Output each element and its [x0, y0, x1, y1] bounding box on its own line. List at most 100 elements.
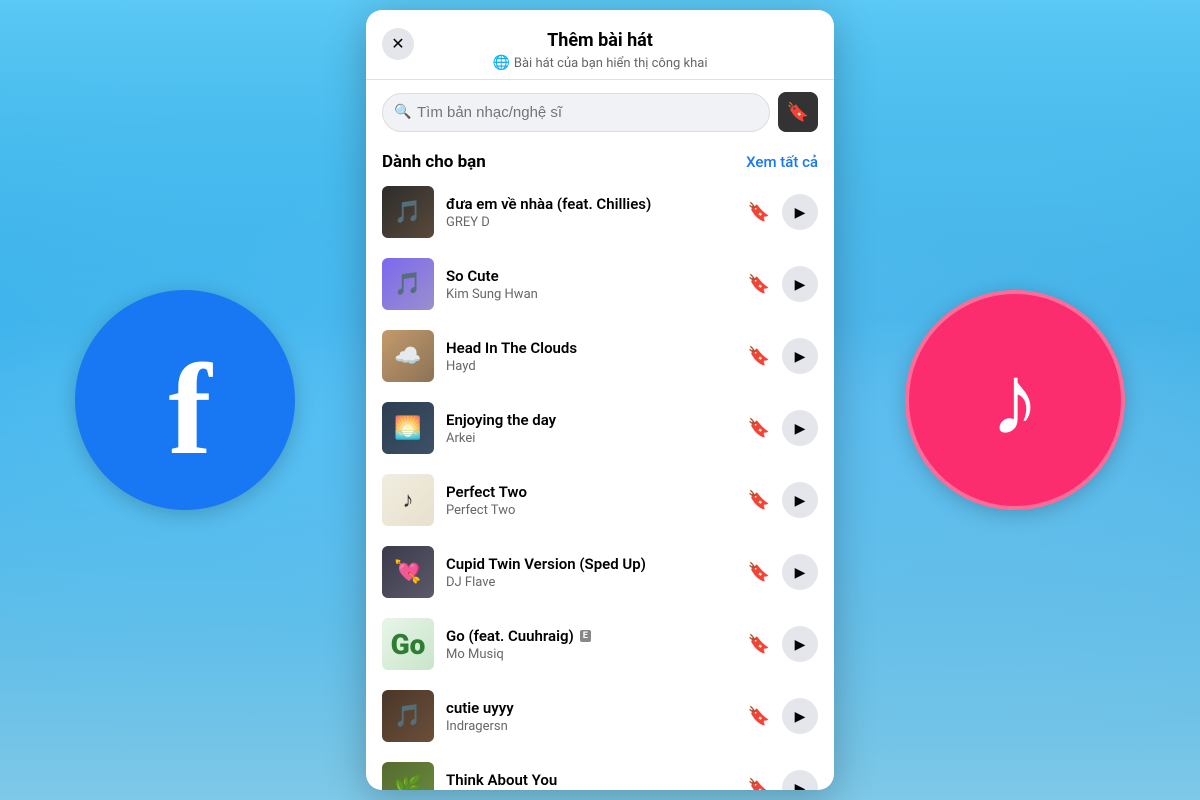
explicit-badge: E — [580, 630, 591, 642]
close-button[interactable]: ✕ — [382, 28, 414, 60]
song-artist-8: Indragersn — [446, 719, 732, 734]
view-all-link[interactable]: Xem tất cả — [746, 153, 818, 171]
bookmark-song-button-8[interactable]: 🔖 — [744, 702, 774, 731]
modal-header: ✕ Thêm bài hát 🌐 Bài hát của bạn hiển th… — [366, 10, 834, 80]
modal-title: Thêm bài hát — [386, 30, 814, 51]
play-button-8[interactable]: ▶ — [782, 698, 818, 734]
facebook-logo — [75, 290, 295, 510]
section-title: Dành cho bạn — [382, 152, 486, 172]
song-title-2: So Cute — [446, 267, 732, 285]
song-actions-7: 🔖 ▶ — [744, 626, 818, 662]
bookmark-icon: 🔖 — [748, 274, 770, 295]
play-button-6[interactable]: ▶ — [782, 554, 818, 590]
song-actions-3: 🔖 ▶ — [744, 338, 818, 374]
bookmark-icon: 🔖 — [748, 490, 770, 511]
song-title-7: Go (feat. Cuuhraig) E — [446, 627, 732, 645]
song-actions-6: 🔖 ▶ — [744, 554, 818, 590]
song-item[interactable]: 🎵 đưa em về nhàa (feat. Chillies) GREY D… — [366, 176, 834, 248]
song-item[interactable]: Go Go (feat. Cuuhraig) E Mo Musiq 🔖 ▶ — [366, 608, 834, 680]
search-input-wrapper: 🔍 — [382, 93, 770, 132]
play-button-3[interactable]: ▶ — [782, 338, 818, 374]
song-info-1: đưa em về nhàa (feat. Chillies) GREY D — [446, 195, 732, 230]
song-actions-2: 🔖 ▶ — [744, 266, 818, 302]
song-item[interactable]: ♪ Perfect Two Perfect Two 🔖 ▶ — [366, 464, 834, 536]
song-artist-3: Hayd — [446, 359, 732, 374]
play-button-7[interactable]: ▶ — [782, 626, 818, 662]
apple-music-logo: ♪ — [905, 290, 1125, 510]
song-info-6: Cupid Twin Version (Sped Up) DJ Flave — [446, 555, 732, 590]
bookmark-song-button-5[interactable]: 🔖 — [744, 486, 774, 515]
play-button-4[interactable]: ▶ — [782, 410, 818, 446]
song-title-1: đưa em về nhàa (feat. Chillies) — [446, 195, 732, 213]
song-actions-9: 🔖 ▶ — [744, 770, 818, 790]
song-title-4: Enjoying the day — [446, 411, 732, 429]
bookmark-song-button-2[interactable]: 🔖 — [744, 270, 774, 299]
song-info-9: Think About You Acoustic Collabo — [446, 771, 732, 791]
bookmark-song-button-7[interactable]: 🔖 — [744, 630, 774, 659]
song-list: 🎵 đưa em về nhàa (feat. Chillies) GREY D… — [366, 176, 834, 790]
song-artist-6: DJ Flave — [446, 575, 732, 590]
song-art-8: 🎵 — [382, 690, 434, 742]
bookmark-song-button-6[interactable]: 🔖 — [744, 558, 774, 587]
song-actions-8: 🔖 ▶ — [744, 698, 818, 734]
search-input[interactable] — [382, 93, 770, 132]
play-icon: ▶ — [795, 780, 806, 791]
bookmark-song-button-3[interactable]: 🔖 — [744, 342, 774, 371]
song-info-4: Enjoying the day Arkei — [446, 411, 732, 446]
bookmark-song-button-9[interactable]: 🔖 — [744, 774, 774, 791]
song-artist-5: Perfect Two — [446, 503, 732, 518]
song-title-8: cutie uyyy — [446, 699, 732, 717]
play-button-5[interactable]: ▶ — [782, 482, 818, 518]
song-art-6: 💘 — [382, 546, 434, 598]
play-icon: ▶ — [795, 276, 806, 293]
bookmark-icon: 🔖 — [748, 418, 770, 439]
song-art-7: Go — [382, 618, 434, 670]
song-art-5: ♪ — [382, 474, 434, 526]
play-icon: ▶ — [795, 420, 806, 437]
play-icon: ▶ — [795, 492, 806, 509]
song-title-5: Perfect Two — [446, 483, 732, 501]
play-icon: ▶ — [795, 348, 806, 365]
play-icon: ▶ — [795, 204, 806, 221]
song-actions-5: 🔖 ▶ — [744, 482, 818, 518]
search-area: 🔍 🔖 — [366, 80, 834, 144]
saved-songs-button[interactable]: 🔖 — [778, 92, 818, 132]
song-art-3: ☁️ — [382, 330, 434, 382]
music-note-icon: ♪ — [990, 342, 1040, 459]
song-item[interactable]: 🌅 Enjoying the day Arkei 🔖 ▶ — [366, 392, 834, 464]
song-artist-2: Kim Sung Hwan — [446, 287, 732, 302]
play-button-9[interactable]: ▶ — [782, 770, 818, 790]
song-actions-4: 🔖 ▶ — [744, 410, 818, 446]
bookmark-icon: 🔖 — [748, 346, 770, 367]
song-item[interactable]: 🎵 So Cute Kim Sung Hwan 🔖 ▶ — [366, 248, 834, 320]
bookmark-song-button-4[interactable]: 🔖 — [744, 414, 774, 443]
song-item[interactable]: 💘 Cupid Twin Version (Sped Up) DJ Flave … — [366, 536, 834, 608]
song-info-7: Go (feat. Cuuhraig) E Mo Musiq — [446, 627, 732, 662]
bookmark-song-button-1[interactable]: 🔖 — [744, 198, 774, 227]
play-button-1[interactable]: ▶ — [782, 194, 818, 230]
song-artist-1: GREY D — [446, 215, 732, 230]
bookmark-icon: 🔖 — [748, 202, 770, 223]
play-button-2[interactable]: ▶ — [782, 266, 818, 302]
song-info-3: Head In The Clouds Hayd — [446, 339, 732, 374]
globe-icon: 🌐 — [492, 55, 509, 71]
play-icon: ▶ — [795, 564, 806, 581]
song-title-9: Think About You — [446, 771, 732, 789]
song-info-5: Perfect Two Perfect Two — [446, 483, 732, 518]
song-item[interactable]: ☁️ Head In The Clouds Hayd 🔖 ▶ — [366, 320, 834, 392]
song-artist-7: Mo Musiq — [446, 647, 732, 662]
song-info-2: So Cute Kim Sung Hwan — [446, 267, 732, 302]
bookmark-icon: 🔖 — [748, 634, 770, 655]
song-item[interactable]: 🎵 cutie uyyy Indragersn 🔖 ▶ — [366, 680, 834, 752]
search-icon: 🔍 — [394, 104, 411, 120]
song-item[interactable]: 🌿 Think About You Acoustic Collabo 🔖 ▶ — [366, 752, 834, 790]
bookmark-icon: 🔖 — [748, 562, 770, 583]
bookmark-icon: 🔖 — [787, 102, 809, 123]
song-actions-1: 🔖 ▶ — [744, 194, 818, 230]
bookmark-icon: 🔖 — [748, 706, 770, 727]
add-song-modal: ✕ Thêm bài hát 🌐 Bài hát của bạn hiển th… — [366, 10, 834, 790]
song-info-8: cutie uyyy Indragersn — [446, 699, 732, 734]
section-header: Dành cho bạn Xem tất cả — [366, 144, 834, 176]
song-art-1: 🎵 — [382, 186, 434, 238]
song-art-9: 🌿 — [382, 762, 434, 790]
